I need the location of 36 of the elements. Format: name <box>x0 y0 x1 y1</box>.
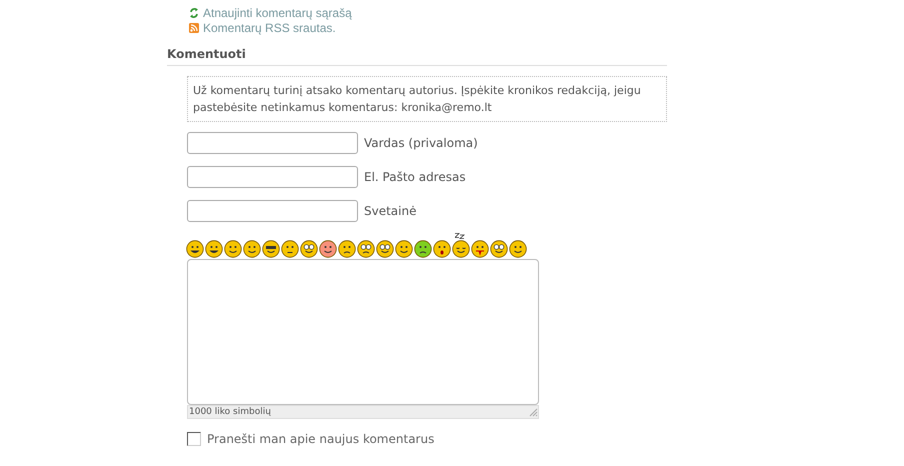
smiley-icon[interactable] <box>224 240 242 258</box>
smiley-icon[interactable] <box>395 240 413 258</box>
smiley-icon[interactable] <box>262 240 280 258</box>
smiley-icon[interactable] <box>490 240 508 258</box>
comment-field[interactable] <box>187 259 539 405</box>
smiley-icon[interactable] <box>376 240 394 258</box>
smiley-icon[interactable] <box>433 240 451 258</box>
field-label: El. Pašto adresas <box>364 170 466 184</box>
smiley-icon[interactable] <box>338 240 356 258</box>
field-label: Svetainė <box>364 204 416 218</box>
smiley-icon[interactable] <box>186 240 204 258</box>
refresh-icon <box>189 7 199 19</box>
section-heading: Komentuoti <box>167 47 667 66</box>
rss-icon <box>189 23 199 33</box>
resize-grip-icon[interactable] <box>528 407 538 417</box>
smiley-icon[interactable] <box>300 240 318 258</box>
counter-text: 1000 liko simbolių <box>189 407 271 417</box>
smiley-icon[interactable] <box>452 240 470 258</box>
link[interactable]: Atnaujinti komentarų sąrašą <box>189 6 667 20</box>
field-label: Vardas (privaloma) <box>364 136 478 150</box>
zz-icon <box>455 233 465 239</box>
smiley-icon[interactable] <box>509 240 527 258</box>
smiley-icon[interactable] <box>471 240 489 258</box>
checkbox[interactable] <box>187 432 201 446</box>
input-field[interactable] <box>187 166 358 188</box>
smiley-icon[interactable] <box>281 240 299 258</box>
notice-text: Už komentarų turinį atsako komentarų autorius. Įspėkite kronikos redakciją, jeigu pastebėsite netinkamus komentarus: kronika@remo.lt <box>187 76 667 122</box>
checkbox-label: Pranešti man apie naujus komentarus <box>207 432 434 446</box>
smiley-icon[interactable] <box>205 240 223 258</box>
input-field[interactable] <box>187 200 358 222</box>
smiley-icon[interactable] <box>357 240 375 258</box>
smiley-icon[interactable] <box>243 240 261 258</box>
smiley-icon[interactable] <box>319 240 337 258</box>
link[interactable]: Komentarų RSS srautas. <box>189 21 667 35</box>
input-field[interactable] <box>187 132 358 154</box>
smiley-icon[interactable] <box>414 240 432 258</box>
